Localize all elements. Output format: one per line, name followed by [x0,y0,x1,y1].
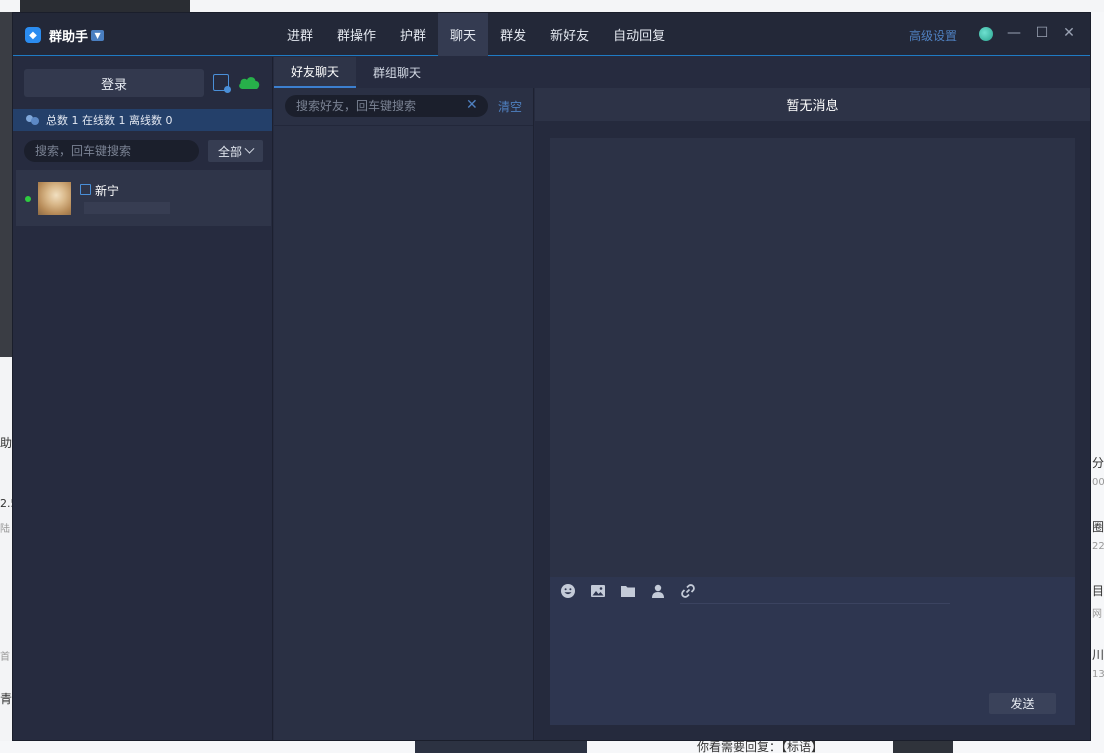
background-text: 2.5 [0,497,12,510]
background-text: 00 [1092,477,1104,488]
background-text: 13 [1092,669,1104,680]
nav-new-friends[interactable]: 新好友 [538,13,601,56]
nav-auto-reply[interactable]: 自动回复 [601,13,677,56]
account-list-item[interactable]: 新宁 [16,170,271,226]
nav-group-ops[interactable]: 群操作 [325,13,388,56]
background-text: 助 [0,436,12,450]
account-panel: 登录 总数 1 在线数 1 离线数 0 全部 新宁 [13,57,273,740]
filter-value: 全部 [217,144,242,159]
emoji-icon[interactable] [560,583,576,599]
clear-button[interactable]: 清空 [498,98,522,115]
account-stats: 总数 1 在线数 1 离线数 0 [46,114,173,127]
maximize-icon[interactable]: ☐ [1034,25,1050,41]
friend-list-panel: ✕ 清空 [274,88,534,740]
login-button[interactable]: 登录 [24,69,204,97]
online-status-dot [25,196,31,202]
background-page-edge-right [1091,12,1104,753]
background-text: 网 [1092,609,1102,620]
minimize-icon[interactable]: — [1006,25,1022,41]
chat-tabs: 好友聊天 群组聊天 [274,57,1090,88]
composer-divider [680,603,950,604]
cloud-icon[interactable] [237,73,261,91]
clear-search-icon[interactable]: ✕ [466,97,478,113]
account-name: 新宁 [95,184,120,198]
nav-join-group[interactable]: 进群 [275,13,325,56]
settings-doc-icon[interactable] [213,74,231,93]
nav-broadcast[interactable]: 群发 [488,13,538,56]
top-nav: 进群 群操作 护群 聊天 群发 新好友 自动回复 [275,13,677,56]
friend-search-input[interactable] [285,95,465,117]
chevron-down-icon[interactable]: ▼ [91,29,105,41]
background-text: 首 [0,652,10,663]
send-button[interactable]: 发送 [989,693,1056,714]
chevron-down-icon [244,143,255,154]
tab-group-chat[interactable]: 群组聊天 [356,57,438,88]
users-icon [26,114,40,126]
app-logo-icon: ◆ [25,27,41,43]
edit-icon[interactable] [80,184,91,195]
account-filter-select[interactable]: 全部 [208,140,263,162]
background-thumbnail [20,0,190,12]
nav-guard-group[interactable]: 护群 [388,13,438,56]
background-text: 22 [1092,541,1104,552]
image-icon[interactable] [590,583,606,599]
folder-icon[interactable] [620,583,636,599]
message-composer[interactable]: 发送 [550,577,1075,725]
contact-card-icon[interactable] [650,583,666,599]
background-text: 分 [1092,456,1104,470]
background-text: 川 [1092,648,1104,662]
background-text: 圈 [1092,520,1104,534]
composer-toolbar [560,583,710,599]
message-area[interactable] [550,138,1075,577]
chat-panel: 暂无消息 发送 [535,88,1090,740]
globe-icon[interactable] [979,27,993,41]
close-icon[interactable]: ✕ [1061,25,1077,41]
background-dark-block [415,741,587,753]
app-name: 群助手 [49,29,89,45]
background-text: 目 [1092,584,1104,598]
account-search-input[interactable] [24,140,199,162]
background-text: 青 [0,692,12,706]
avatar [38,182,71,215]
background-text: 你看需要回复：【标语】 [697,741,824,753]
advanced-settings-link[interactable]: 高级设置 [909,27,957,44]
friend-search-box: ✕ [285,95,488,117]
background-image-edge [0,12,12,357]
app-brand[interactable]: ◆ 群助手 ▼ [25,25,105,45]
account-id-redacted [84,202,170,214]
app-window: ◆ 群助手 ▼ 进群 群操作 护群 聊天 群发 新好友 自动回复 高级设置 — … [12,12,1091,741]
account-stats-bar: 总数 1 在线数 1 离线数 0 [13,109,272,131]
nav-chat[interactable]: 聊天 [438,13,489,56]
chat-header: 暂无消息 [535,88,1090,121]
tab-friend-chat[interactable]: 好友聊天 [274,57,357,88]
background-text: 陆 [0,524,10,535]
divider [274,125,533,126]
title-bar: ◆ 群助手 ▼ 进群 群操作 护群 聊天 群发 新好友 自动回复 高级设置 — … [13,13,1090,56]
background-dark-block-2 [893,741,953,753]
link-icon[interactable] [680,583,696,599]
